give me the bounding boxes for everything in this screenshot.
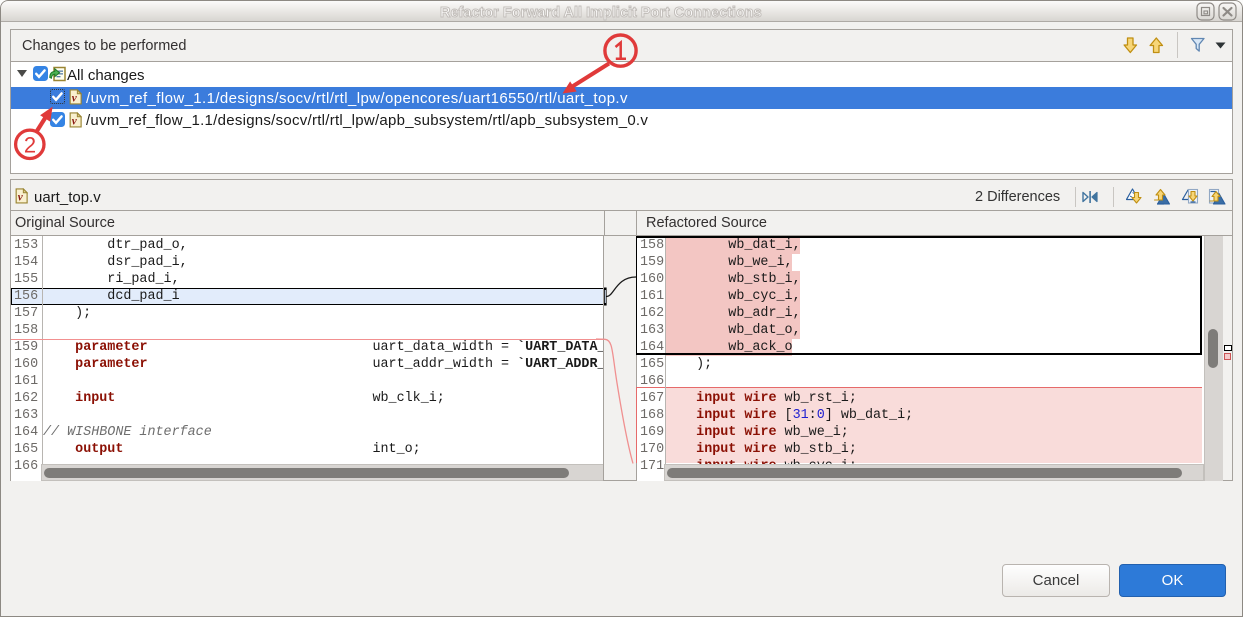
- svg-text:2: 2: [24, 133, 36, 158]
